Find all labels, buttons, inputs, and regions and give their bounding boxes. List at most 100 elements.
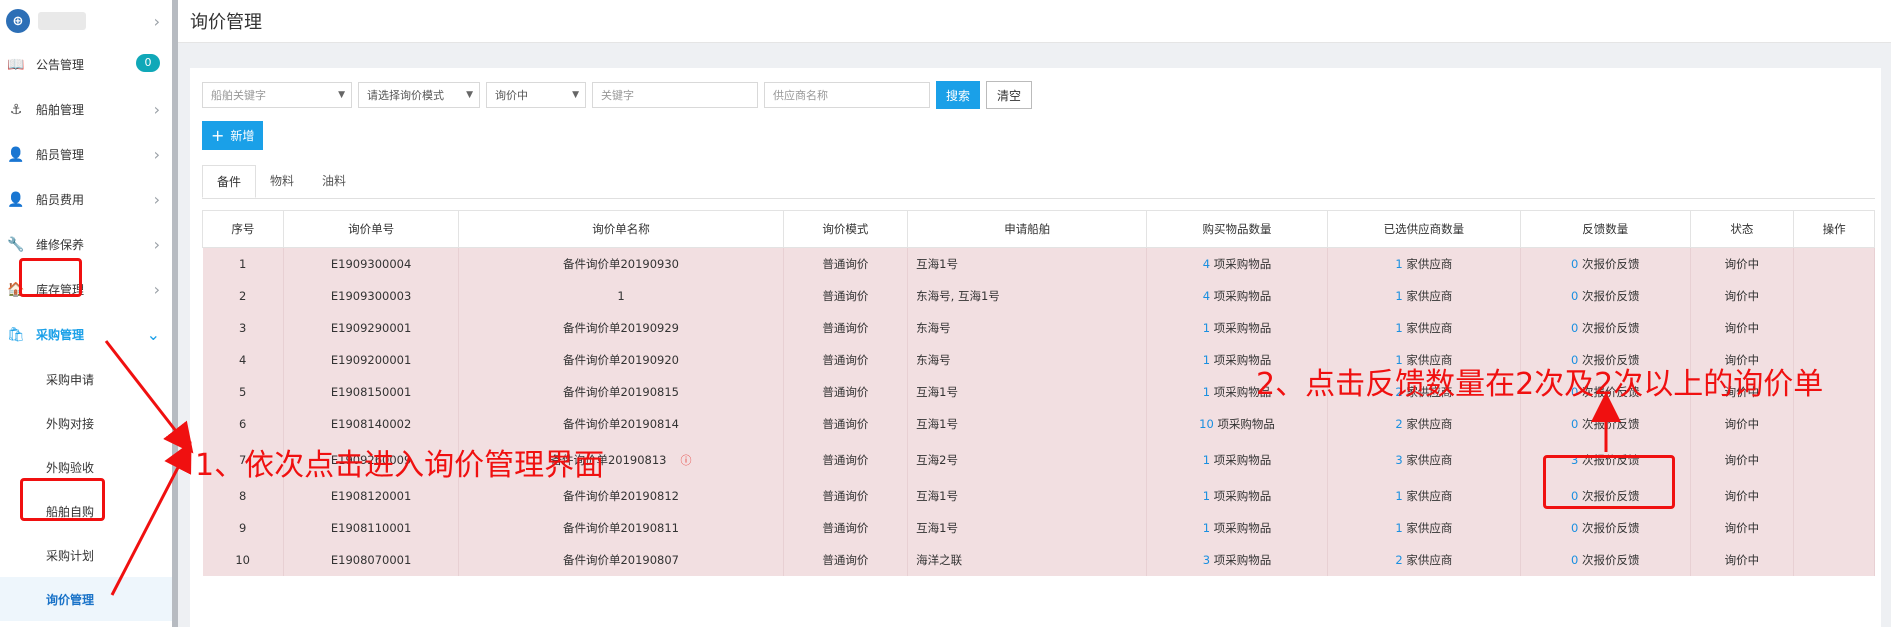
inquiry-name[interactable]: 备件询价单20190807 bbox=[563, 553, 679, 567]
inquiry-mode-placeholder: 请选择询价模式 bbox=[367, 89, 444, 102]
inquiry-code[interactable]: E1908150001 bbox=[331, 385, 411, 399]
items-count-link[interactable]: 1 bbox=[1203, 489, 1210, 503]
inquiry-code[interactable]: E1908140002 bbox=[331, 417, 411, 431]
info-circle-icon: ⓘ bbox=[680, 454, 692, 467]
inquiry-name[interactable]: 备件询价单20190811 bbox=[563, 521, 679, 535]
inquiry-mode: 普通询价 bbox=[822, 553, 869, 567]
inquiry-name[interactable]: 1 bbox=[617, 289, 624, 303]
annotation-step2-text: 2、点击反馈数量在2次及2次以上的询价单 bbox=[1256, 367, 1824, 402]
inquiry-code[interactable]: E1909300004 bbox=[331, 257, 411, 271]
items-count-link[interactable]: 10 bbox=[1199, 417, 1214, 431]
suppliers-count-link[interactable]: 1 bbox=[1395, 289, 1402, 303]
inquiry-code[interactable]: E1909290001 bbox=[331, 321, 411, 335]
search-button[interactable]: 搜索 bbox=[936, 81, 981, 109]
cell-actions bbox=[1793, 544, 1875, 576]
header-mode: 询价模式 bbox=[782, 210, 909, 248]
cell-items: 1 项采购物品 bbox=[1146, 312, 1328, 344]
cell-items: 4 项采购物品 bbox=[1146, 247, 1328, 280]
keyword-input[interactable]: 关键字 bbox=[592, 82, 758, 108]
menu-crew[interactable]: 👤 船员管理 › bbox=[0, 132, 172, 177]
inquiry-code[interactable]: E1908120001 bbox=[331, 489, 411, 503]
items-suffix: 项采购物品 bbox=[1213, 257, 1272, 271]
feedback-count-link[interactable]: 0 bbox=[1571, 417, 1578, 431]
items-count-link[interactable]: 4 bbox=[1203, 289, 1210, 303]
cell-status: 询价中 bbox=[1690, 480, 1795, 512]
submenu-inquiry-management[interactable]: 询价管理 bbox=[0, 577, 172, 621]
table-row[interactable]: 2 E1909300003 1 普通询价 东海号, 互海1号 4 项采购物品 1 家供应商 0… bbox=[202, 280, 1875, 312]
items-count-link[interactable]: 1 bbox=[1203, 453, 1210, 467]
feedback-count-link[interactable]: 0 bbox=[1571, 521, 1578, 535]
cell-status: 询价中 bbox=[1690, 312, 1795, 344]
row-no: 2 bbox=[238, 289, 247, 303]
tab-materials[interactable]: 物料 bbox=[256, 165, 308, 198]
cell-status: 询价中 bbox=[1690, 512, 1795, 544]
items-count-link[interactable]: 3 bbox=[1203, 553, 1210, 567]
items-suffix: 项采购物品 bbox=[1213, 321, 1272, 335]
items-count-link[interactable]: 1 bbox=[1203, 385, 1210, 399]
inquiry-mode-select[interactable]: 请选择询价模式 ▼ bbox=[358, 82, 480, 108]
inquiry-name[interactable]: 备件询价单20190920 bbox=[563, 353, 679, 367]
clear-button[interactable]: 清空 bbox=[986, 81, 1033, 109]
cell-no: 3 bbox=[202, 312, 284, 344]
sidebar-header[interactable]: ⊕ › bbox=[0, 0, 172, 42]
row-no: 5 bbox=[238, 385, 247, 399]
suppliers-count-link[interactable]: 1 bbox=[1395, 257, 1402, 271]
add-inquiry-button[interactable]: + 新增 bbox=[202, 121, 264, 150]
suppliers-count-link[interactable]: 1 bbox=[1395, 489, 1402, 503]
cell-mode: 普通询价 bbox=[783, 408, 909, 440]
ship-name: 互海1号 bbox=[916, 521, 958, 535]
cell-name: 备件询价单20190930 bbox=[458, 247, 784, 280]
inquiry-code[interactable]: E1908070001 bbox=[331, 553, 411, 567]
inquiry-name[interactable]: 备件询价单20190814 bbox=[563, 417, 679, 431]
inquiry-name[interactable]: 备件询价单20190812 bbox=[563, 489, 679, 503]
items-count-link[interactable]: 1 bbox=[1203, 353, 1210, 367]
supplier-name-input[interactable]: 供应商名称 bbox=[764, 82, 930, 108]
inquiry-name[interactable]: 备件询价单20190930 bbox=[563, 257, 679, 271]
cell-items: 10 项采购物品 bbox=[1146, 408, 1328, 440]
submenu-purchase-request[interactable]: 采购申请 bbox=[0, 357, 172, 401]
inquiry-name[interactable]: 备件询价单20190929 bbox=[563, 321, 679, 335]
cell-actions bbox=[1793, 247, 1875, 280]
menu-purchase[interactable]: 🛍 采购管理 ⌄ bbox=[0, 312, 172, 357]
status-text: 询价中 bbox=[1724, 257, 1760, 271]
cell-actions bbox=[1793, 480, 1875, 512]
items-count-link[interactable]: 1 bbox=[1203, 321, 1210, 335]
ship-keyword-select[interactable]: 船舶关键字 ▼ bbox=[202, 82, 352, 108]
suppliers-suffix: 家供应商 bbox=[1406, 257, 1453, 271]
inquiry-name[interactable]: 备件询价单20190815 bbox=[563, 385, 679, 399]
ship-name: 东海号, 互海1号 bbox=[916, 289, 1000, 303]
tab-fuel[interactable]: 油料 bbox=[308, 165, 360, 198]
inquiry-code[interactable]: E1909300003 bbox=[331, 289, 411, 303]
status-text: 询价中 bbox=[1724, 321, 1760, 335]
suppliers-count-link[interactable]: 1 bbox=[1395, 321, 1402, 335]
table-row[interactable]: 6 E1908140002 备件询价单20190814 普通询价 互海1号 10 项采购物… bbox=[202, 408, 1875, 440]
submenu-purchase-plan[interactable]: 采购计划 bbox=[0, 533, 172, 577]
sidebar-scrollbar[interactable] bbox=[172, 0, 178, 627]
items-count-link[interactable]: 1 bbox=[1203, 521, 1210, 535]
table-row[interactable]: 1 E1909300004 备件询价单20190930 普通询价 互海1号 4 项采购物品… bbox=[202, 247, 1875, 280]
tab-spare-parts[interactable]: 备件 bbox=[202, 165, 257, 198]
inquiry-code[interactable]: E1909200001 bbox=[331, 353, 411, 367]
submenu-external-docking[interactable]: 外购对接 bbox=[0, 401, 172, 445]
menu-crew-fee[interactable]: 👤 船员费用 › bbox=[0, 177, 172, 222]
menu-notice[interactable]: 📖 公告管理 0 bbox=[0, 42, 172, 87]
feedback-suffix: 次报价反馈 bbox=[1582, 521, 1640, 535]
menu-ship[interactable]: ⚓ 船舶管理 › bbox=[0, 87, 172, 132]
suppliers-count-link[interactable]: 1 bbox=[1395, 521, 1402, 535]
chevron-right-icon: › bbox=[153, 11, 160, 31]
table-row[interactable]: 10 E1908070001 备件询价单20190807 普通询价 海洋之联 3 项采购物… bbox=[202, 544, 1875, 576]
feedback-count-link[interactable]: 0 bbox=[1571, 553, 1578, 567]
suppliers-count-link[interactable]: 3 bbox=[1395, 453, 1402, 467]
table-row[interactable]: 9 E1908110001 备件询价单20190811 普通询价 互海1号 1 项采购物品… bbox=[202, 512, 1875, 544]
items-count-link[interactable]: 4 bbox=[1203, 257, 1210, 271]
table-row[interactable]: 3 E1909290001 备件询价单20190929 普通询价 东海号 1 项采购物品 1… bbox=[202, 312, 1875, 344]
inquiry-code[interactable]: E1908110001 bbox=[331, 521, 411, 535]
status-select[interactable]: 询价中 ▼ bbox=[486, 82, 586, 108]
cell-ship: 互海1号 bbox=[907, 480, 1148, 512]
feedback-count-link[interactable]: 0 bbox=[1571, 289, 1578, 303]
suppliers-count-link[interactable]: 2 bbox=[1395, 417, 1402, 431]
feedback-count-link[interactable]: 0 bbox=[1571, 321, 1578, 335]
suppliers-count-link[interactable]: 2 bbox=[1395, 553, 1402, 567]
feedback-count-link[interactable]: 0 bbox=[1571, 257, 1578, 271]
dropdown-arrow-icon: ▼ bbox=[338, 90, 345, 100]
